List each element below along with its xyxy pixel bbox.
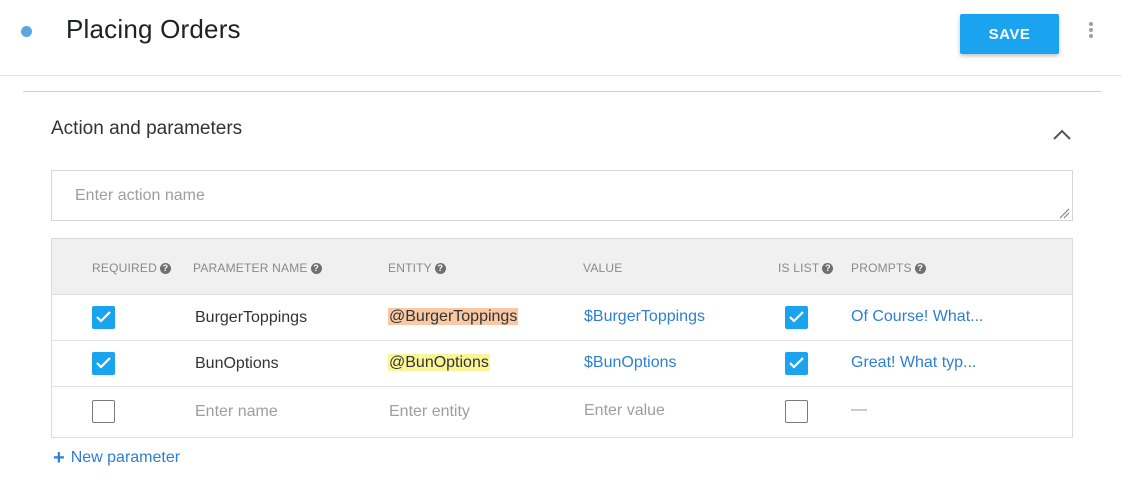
page-title: Placing Orders: [66, 14, 241, 44]
entity-cell[interactable]: @BunOptions: [388, 354, 490, 372]
help-icon[interactable]: ?: [159, 262, 171, 274]
plus-icon: +: [53, 447, 65, 469]
table-row: BunOptions @BunOptions $BunOptions Great…: [52, 341, 1072, 387]
table-row-empty: Enter name Enter entity Enter value —: [52, 387, 1072, 437]
more-vert-icon[interactable]: [1086, 22, 1096, 42]
parameters-table: REQUIRED? PARAMETER NAME? ENTITY? VALUE …: [51, 238, 1073, 438]
action-name-input[interactable]: Enter action name: [51, 170, 1073, 221]
new-parameter-label: New parameter: [70, 449, 181, 466]
col-value: VALUE: [583, 261, 623, 275]
help-icon[interactable]: ?: [822, 262, 834, 274]
is-list-checkbox[interactable]: [785, 306, 808, 329]
chevron-up-icon[interactable]: [1051, 126, 1073, 142]
parameter-name[interactable]: BurgerToppings: [195, 309, 307, 327]
section-title: Action and parameters: [51, 118, 243, 139]
table-row: BurgerToppings @BurgerToppings $BurgerTo…: [52, 295, 1072, 341]
col-is-list: IS LIST?: [778, 261, 834, 275]
help-icon[interactable]: ?: [310, 262, 322, 274]
help-icon[interactable]: ?: [434, 262, 446, 274]
divider: [23, 91, 1102, 92]
top-bar: Placing Orders SAVE: [0, 0, 1122, 76]
required-checkbox[interactable]: [92, 352, 115, 375]
is-list-checkbox[interactable]: [785, 400, 808, 423]
entity-cell[interactable]: @BurgerToppings: [388, 308, 519, 326]
value-link[interactable]: $BurgerToppings: [584, 308, 705, 326]
required-checkbox[interactable]: [92, 400, 115, 423]
save-button[interactable]: SAVE: [960, 14, 1059, 54]
name-input[interactable]: Enter name: [195, 403, 278, 421]
new-parameter-link[interactable]: + New parameter: [53, 447, 181, 469]
col-required: REQUIRED?: [92, 261, 171, 275]
resize-handle-icon[interactable]: [1058, 206, 1070, 219]
col-entity: ENTITY?: [388, 261, 446, 275]
is-list-checkbox[interactable]: [785, 352, 808, 375]
table-header: REQUIRED? PARAMETER NAME? ENTITY? VALUE …: [52, 239, 1072, 295]
col-prompts: PROMPTS?: [851, 261, 926, 275]
value-input[interactable]: Enter value: [584, 402, 665, 420]
entity-input[interactable]: Enter entity: [389, 403, 470, 421]
status-dot: [21, 26, 32, 37]
required-checkbox[interactable]: [92, 306, 115, 329]
parameter-name[interactable]: BunOptions: [195, 355, 279, 373]
help-icon[interactable]: ?: [914, 262, 926, 274]
prompts-empty: —: [851, 401, 867, 418]
col-parameter-name: PARAMETER NAME?: [193, 261, 322, 275]
prompts-link[interactable]: Of Course! What...: [851, 308, 983, 326]
action-name-placeholder: Enter action name: [75, 187, 205, 204]
value-link[interactable]: $BunOptions: [584, 354, 677, 372]
prompts-link[interactable]: Great! What typ...: [851, 354, 976, 372]
